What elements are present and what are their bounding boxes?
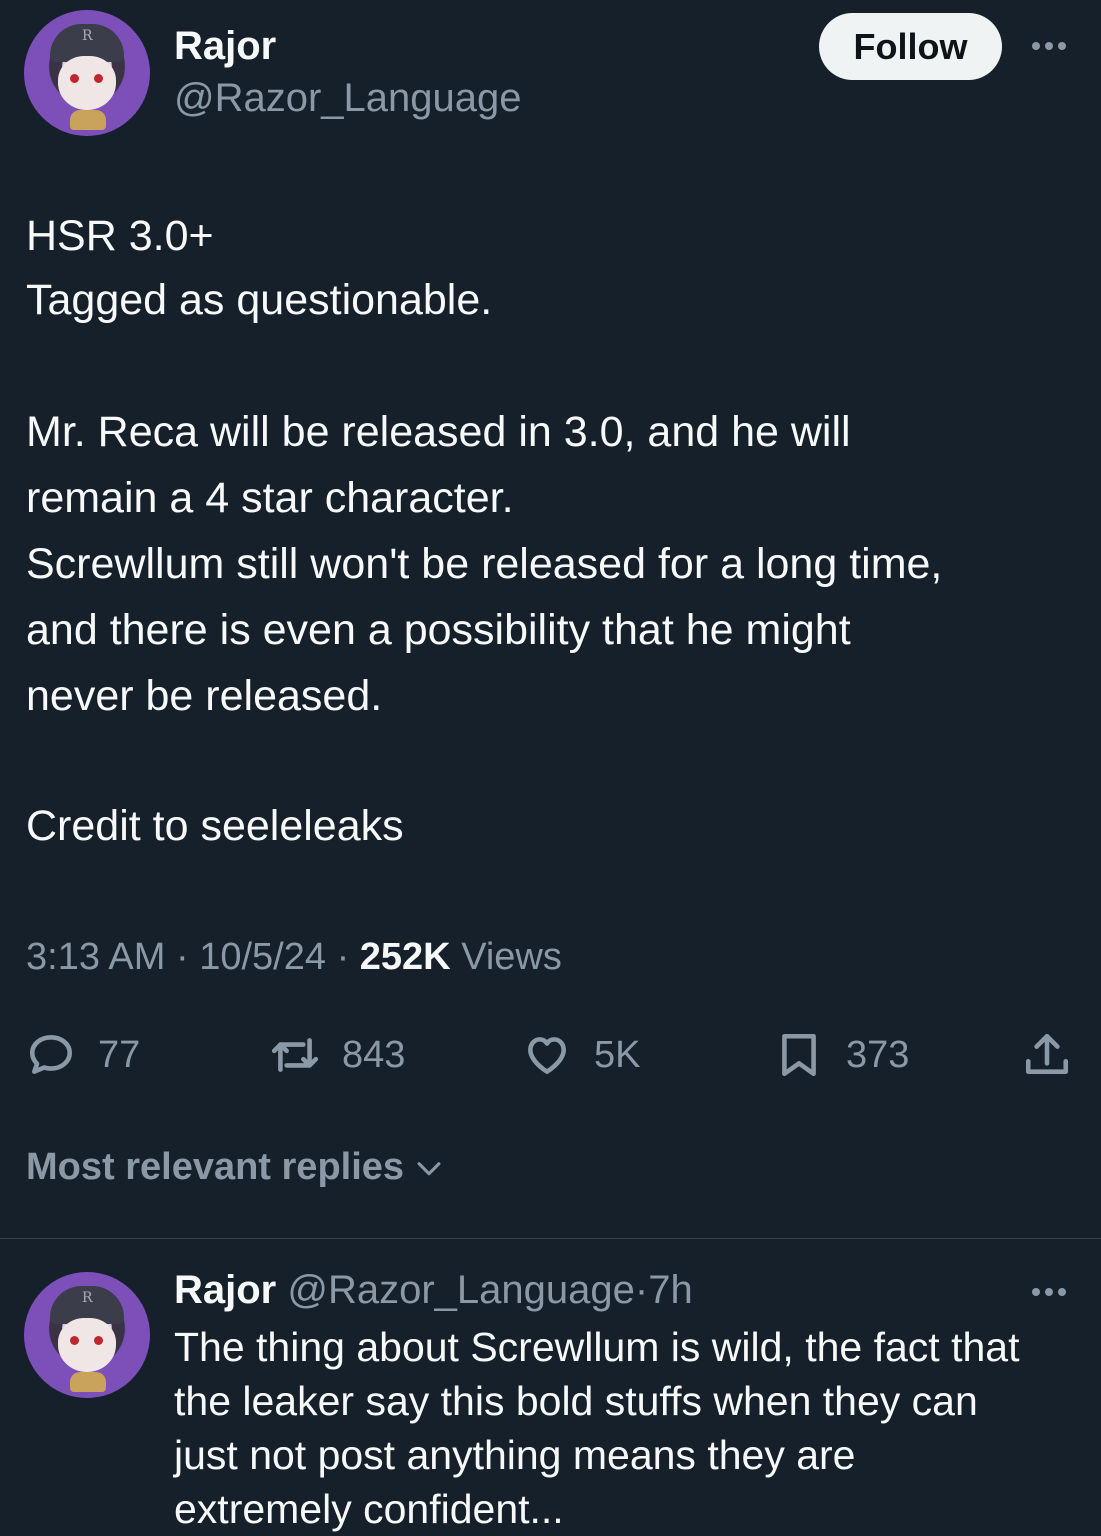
reply-count: 77 <box>98 1033 141 1076</box>
more-options-icon[interactable] <box>1032 42 1066 50</box>
replies-sort-toggle[interactable]: Most relevant replies <box>26 1146 446 1189</box>
reply-age[interactable]: 7h <box>648 1268 693 1312</box>
tweet-text-line: Mr. Reca will be released in 3.0, and he… <box>26 408 851 456</box>
retweet-icon <box>271 1038 319 1072</box>
author-avatar[interactable] <box>24 10 150 136</box>
tweet-text-line: and there is even a possibility that he … <box>26 606 851 654</box>
reply-text-line: the leaker say this bold stuffs when the… <box>174 1378 978 1424</box>
reply-author-name[interactable]: Rajor <box>174 1268 276 1312</box>
reply-author-handle[interactable]: @Razor_Language <box>287 1268 635 1312</box>
reply-more-options-icon[interactable] <box>1032 1288 1066 1296</box>
views-label: Views <box>461 936 562 978</box>
chevron-down-icon <box>417 1161 441 1175</box>
like-count: 5K <box>594 1033 641 1076</box>
reply-header: Rajor @Razor_Language·7h <box>174 1268 693 1312</box>
speech-bubble-icon <box>29 1035 73 1074</box>
views-count: 252K <box>359 936 451 978</box>
follow-button[interactable]: Follow <box>819 13 1002 80</box>
tweet-date[interactable]: 10/5/24 <box>199 936 326 978</box>
reply-author-avatar[interactable] <box>24 1272 150 1398</box>
divider <box>0 1238 1101 1239</box>
tweet-text-line: HSR 3.0+ <box>26 212 214 260</box>
tweet-text-line: remain a 4 star character. <box>26 474 514 522</box>
share-upload-icon <box>1025 1033 1069 1074</box>
author-name[interactable]: Rajor <box>174 24 276 69</box>
tweet-meta: 3:13 AM · 10/5/24 · 252K Views <box>26 936 562 978</box>
tweet-time[interactable]: 3:13 AM <box>26 936 165 978</box>
like-action[interactable]: 5K <box>522 1030 640 1080</box>
bookmark-action[interactable]: 373 <box>774 1030 909 1080</box>
bookmark-count: 373 <box>846 1033 910 1076</box>
reply-text-line: The thing about Screwllum is wild, the f… <box>174 1324 1020 1370</box>
retweet-action[interactable]: 843 <box>270 1030 405 1080</box>
tweet-text-line: Credit to seeleleaks <box>26 802 404 850</box>
tweet-text-line: Tagged as questionable. <box>26 276 493 324</box>
share-action[interactable] <box>1022 1030 1072 1080</box>
tweet-page: Rajor @Razor_Language Follow HSR 3.0+ Ta… <box>0 0 1101 1536</box>
tweet-text-line: Screwllum still won't be released for a … <box>26 540 943 588</box>
author-handle[interactable]: @Razor_Language <box>174 76 522 121</box>
reply-text-line: extremely confident... <box>174 1486 564 1532</box>
bookmark-icon <box>782 1033 816 1077</box>
reply-action[interactable]: 77 <box>26 1030 140 1080</box>
reply-text-line: just not post anything means they are <box>174 1432 856 1478</box>
retweet-count: 843 <box>342 1033 406 1076</box>
heart-icon <box>528 1037 566 1074</box>
tweet-text-line: never be released. <box>26 672 383 720</box>
replies-sort-label: Most relevant replies <box>26 1146 405 1188</box>
